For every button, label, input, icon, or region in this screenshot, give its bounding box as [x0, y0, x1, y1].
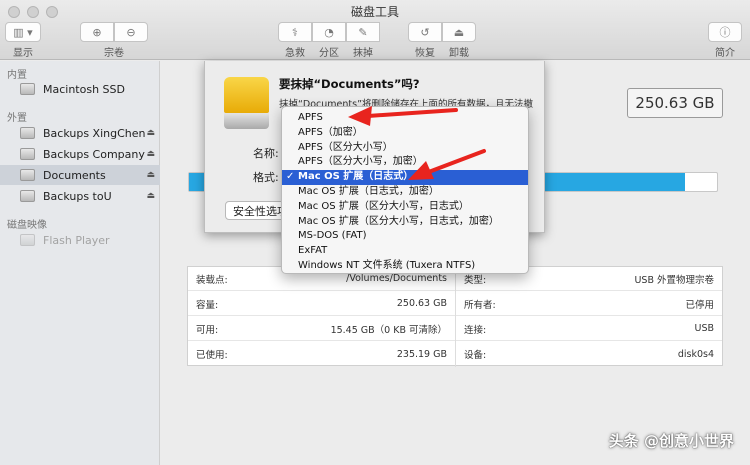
sidebar-item-macintosh-ssd[interactable]: Macintosh SSD [0, 79, 160, 99]
restore-icon: ↺ [420, 25, 430, 39]
info-row-capacity: 容量: 250.63 GB [188, 292, 455, 316]
remove-volume-icon: ⊖ [126, 25, 136, 39]
partition-label: 分区 [319, 48, 339, 59]
hard-drive-icon [224, 77, 269, 129]
info-row-connection: 连接: USB [456, 317, 722, 341]
format-label: 格式: [253, 171, 279, 184]
external-disk-icon [20, 169, 35, 181]
capacity-badge: 250.63 GB [627, 88, 723, 118]
partition-icon: ◔ [324, 25, 334, 39]
sidebar-item-label: Macintosh SSD [43, 82, 125, 96]
sidebar-toggle-icon: ▥ ▾ [13, 25, 33, 39]
window-title: 磁盘工具 [350, 5, 399, 19]
format-option-apfs-encrypted[interactable]: APFS（加密） [282, 126, 528, 141]
partition-button[interactable]: ◔ [312, 22, 346, 42]
sidebar-item-documents[interactable]: Documents ⏏ [0, 165, 160, 185]
format-option-apfs[interactable]: APFS [282, 111, 528, 126]
info-row-available: 可用: 15.45 GB（0 KB 可清除） [188, 317, 455, 341]
eject-icon[interactable]: ⏏ [146, 191, 155, 201]
display-label: 显示 [13, 48, 33, 59]
info-row-device: 设备: disk0s4 [464, 348, 714, 362]
format-option-ntfs[interactable]: Windows NT 文件系统 (Tuxera NTFS) [282, 259, 528, 274]
first-aid-label: 急救 [285, 48, 305, 59]
sidebar-item-label: Flash Player [43, 233, 110, 247]
checkmark-icon: ✓ [286, 171, 295, 183]
external-disk-icon [20, 148, 35, 160]
sidebar-item-label: Backups toU [43, 189, 112, 203]
name-label: 名称: [253, 147, 279, 160]
sidebar-item-label: Backups Company [43, 147, 145, 161]
sidebar-item-label: Backups XingChen [43, 126, 146, 140]
format-option-macos-case-sensitive-journaled-encrypted[interactable]: Mac OS 扩展（区分大小写，日志式，加密） [282, 215, 528, 230]
stethoscope-icon: ⚕ [292, 25, 298, 39]
internal-disk-icon [20, 83, 35, 95]
erase-button[interactable]: ✎ [346, 22, 380, 42]
info-icon: ⓘ [719, 26, 731, 39]
unmount-icon: ⏏ [453, 25, 465, 39]
sidebar-item-backups-tou[interactable]: Backups toU ⏏ [0, 186, 160, 206]
format-option-macos-journaled-encrypted[interactable]: Mac OS 扩展（日志式，加密） [282, 185, 528, 200]
sidebar-item-label: Documents [43, 168, 106, 182]
first-aid-button[interactable]: ⚕ [278, 22, 312, 42]
info-button[interactable]: ⓘ [708, 22, 742, 42]
add-volume-button[interactable]: ⊕ [80, 22, 114, 42]
format-option-apfs-case-sensitive-encrypted[interactable]: APFS（区分大小写，加密） [282, 155, 528, 170]
format-option-macos-journaled[interactable]: ✓ Mac OS 扩展（日志式） [282, 170, 528, 185]
disk-image-icon [20, 234, 35, 246]
external-disk-icon [20, 190, 35, 202]
format-option-apfs-case-sensitive[interactable]: APFS（区分大小写） [282, 141, 528, 156]
add-volume-icon: ⊕ [92, 25, 102, 39]
sidebar-section-external: 外置 [7, 113, 27, 124]
info-row-used: 已使用: 235.19 GB [196, 348, 447, 362]
unmount-label: 卸载 [449, 48, 469, 59]
format-option-ms-dos-fat[interactable]: MS-DOS (FAT) [282, 229, 528, 244]
title-bar: 磁盘工具 ▥ ▾ 显示 ⊕ ⊖ 宗卷 ⚕ 急救 ◔ 分区 ✎ 抹掉 ↺ 恢复 ⏏… [0, 0, 750, 60]
external-disk-icon [20, 127, 35, 139]
info-label: 简介 [715, 48, 735, 59]
display-button[interactable]: ▥ ▾ [5, 22, 41, 42]
restore-button[interactable]: ↺ [408, 22, 442, 42]
sidebar-item-backups-company[interactable]: Backups Company ⏏ [0, 144, 160, 164]
sidebar-section-disk-images: 磁盘映像 [7, 220, 47, 231]
watermark: 头条 @创意小世界 [608, 432, 734, 450]
sidebar: 内置 Macintosh SSD 外置 Backups XingChen ⏏ B… [0, 61, 160, 465]
unmount-button[interactable]: ⏏ [442, 22, 476, 42]
info-row-owners: 所有者: 已停用 [456, 292, 722, 316]
erase-icon: ✎ [358, 25, 368, 39]
eject-icon[interactable]: ⏏ [146, 170, 155, 180]
eject-icon[interactable]: ⏏ [146, 128, 155, 138]
sidebar-item-flash-player[interactable]: Flash Player [0, 230, 160, 250]
remove-volume-button[interactable]: ⊖ [114, 22, 148, 42]
format-dropdown-menu: APFS APFS（加密） APFS（区分大小写） APFS（区分大小写，加密）… [281, 106, 529, 274]
eject-icon[interactable]: ⏏ [146, 149, 155, 159]
volume-label: 宗卷 [104, 48, 124, 59]
sheet-title: 要抹掉“Documents”吗? [279, 77, 420, 91]
restore-label: 恢复 [415, 48, 435, 59]
erase-label: 抹掉 [353, 48, 373, 59]
format-option-macos-case-sensitive-journaled[interactable]: Mac OS 扩展（区分大小写，日志式） [282, 200, 528, 215]
info-table: 装载点: /Volumes/Documents 容量: 250.63 GB 可用… [187, 266, 723, 367]
sidebar-item-backups-xingchen[interactable]: Backups XingChen ⏏ [0, 123, 160, 143]
format-option-exfat[interactable]: ExFAT [282, 244, 528, 259]
